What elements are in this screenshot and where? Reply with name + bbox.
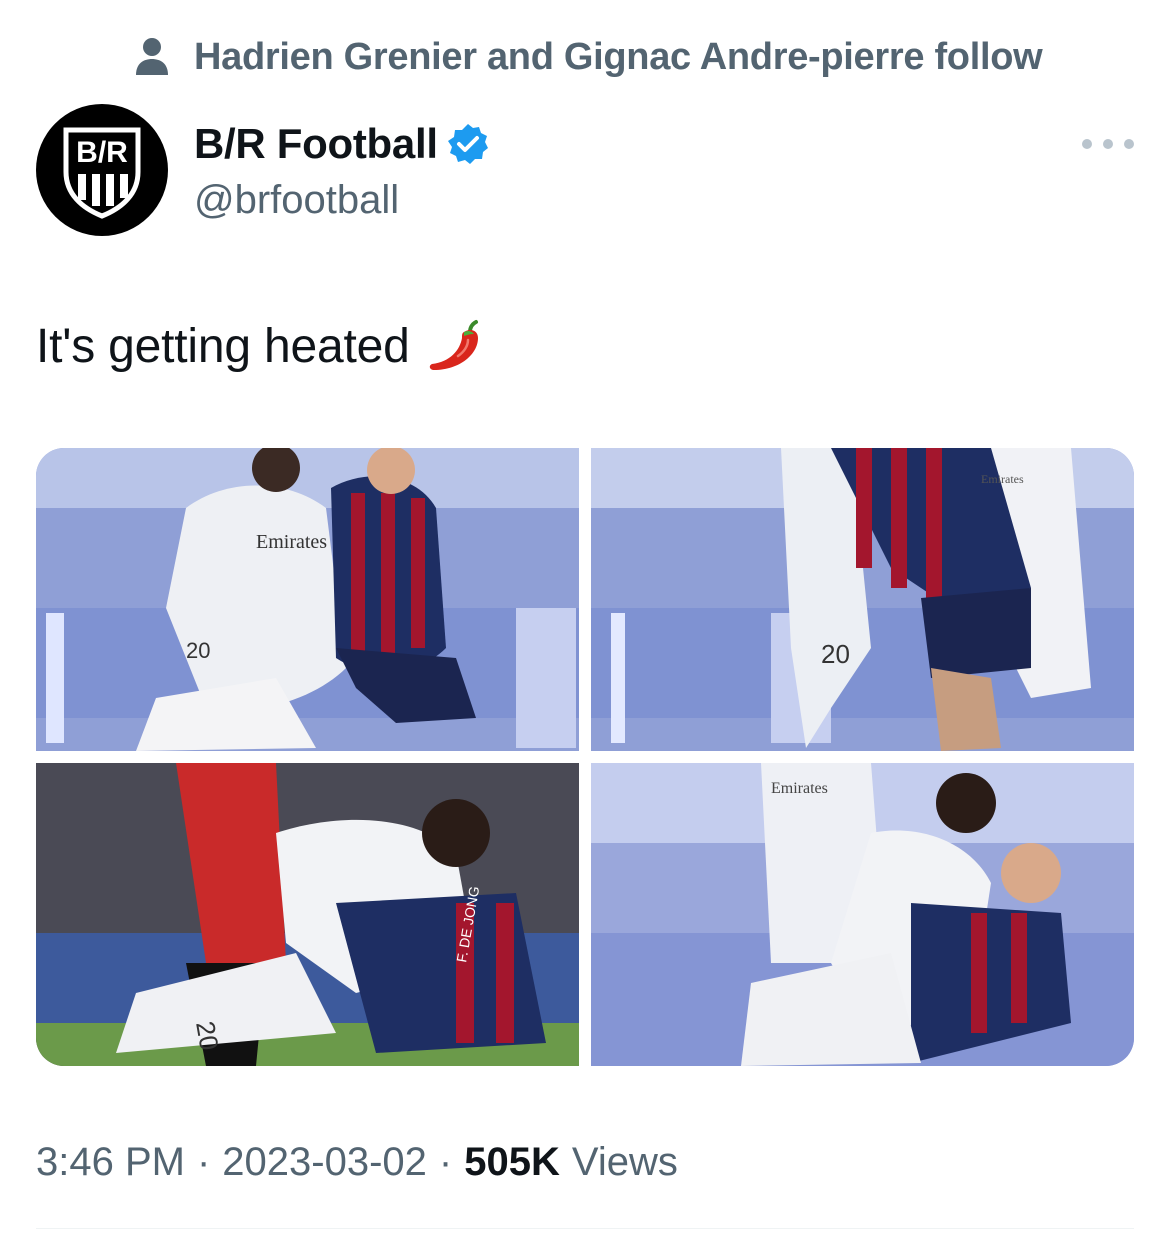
jersey-number: 20 xyxy=(190,1019,225,1053)
tweet-text-content: It's getting heated xyxy=(36,319,410,373)
author-block: B/R Football @brfootball xyxy=(194,118,490,223)
media-photo-1[interactable]: Emirates 20 xyxy=(36,448,579,751)
media-photo-4[interactable]: Emirates xyxy=(591,763,1134,1066)
chili-pepper-icon xyxy=(429,320,478,370)
verified-badge-icon xyxy=(447,124,488,164)
handle[interactable]: @brfootball xyxy=(194,178,490,223)
tweet-date[interactable]: 2023-03-02 xyxy=(222,1140,427,1185)
tweet-time[interactable]: 3:46 PM xyxy=(36,1140,185,1185)
tweet-text: It's getting heated xyxy=(36,314,488,378)
br-logo-icon: B/R xyxy=(63,127,141,219)
social-context-text: Hadrien Grenier and Gignac Andre-pierre … xyxy=(194,35,1043,78)
views-label: Views xyxy=(571,1140,678,1184)
jersey-text: Emirates xyxy=(771,780,828,797)
jersey-number: 20 xyxy=(821,639,850,669)
more-dot-icon xyxy=(1124,139,1134,149)
more-dot-icon xyxy=(1103,139,1113,149)
more-dot-icon xyxy=(1082,139,1092,149)
jersey-number: 20 xyxy=(186,638,210,663)
meta-separator: · xyxy=(438,1140,453,1184)
media-photo-3[interactable]: F. DE JONG 20 xyxy=(36,763,579,1066)
divider xyxy=(36,1228,1134,1229)
more-options-button[interactable] xyxy=(1082,128,1134,160)
person-icon xyxy=(136,38,168,75)
media-grid: Emirates 20 20 Emirates F. DE JONG 20 Em… xyxy=(36,448,1134,1066)
display-name[interactable]: B/R Football xyxy=(194,120,438,168)
views-count[interactable]: 505K xyxy=(464,1140,560,1185)
avatar[interactable]: B/R xyxy=(36,104,168,236)
tweet-meta: 3:46 PM · 2023-03-02 · 505K Views xyxy=(36,1140,678,1185)
avatar-text: B/R xyxy=(76,136,128,169)
media-photo-2[interactable]: 20 Emirates xyxy=(591,448,1134,751)
social-context[interactable]: Hadrien Grenier and Gignac Andre-pierre … xyxy=(134,34,1043,80)
jersey-text: Emirates xyxy=(981,472,1024,486)
meta-separator: · xyxy=(196,1140,211,1184)
jersey-text: Emirates xyxy=(256,531,327,553)
